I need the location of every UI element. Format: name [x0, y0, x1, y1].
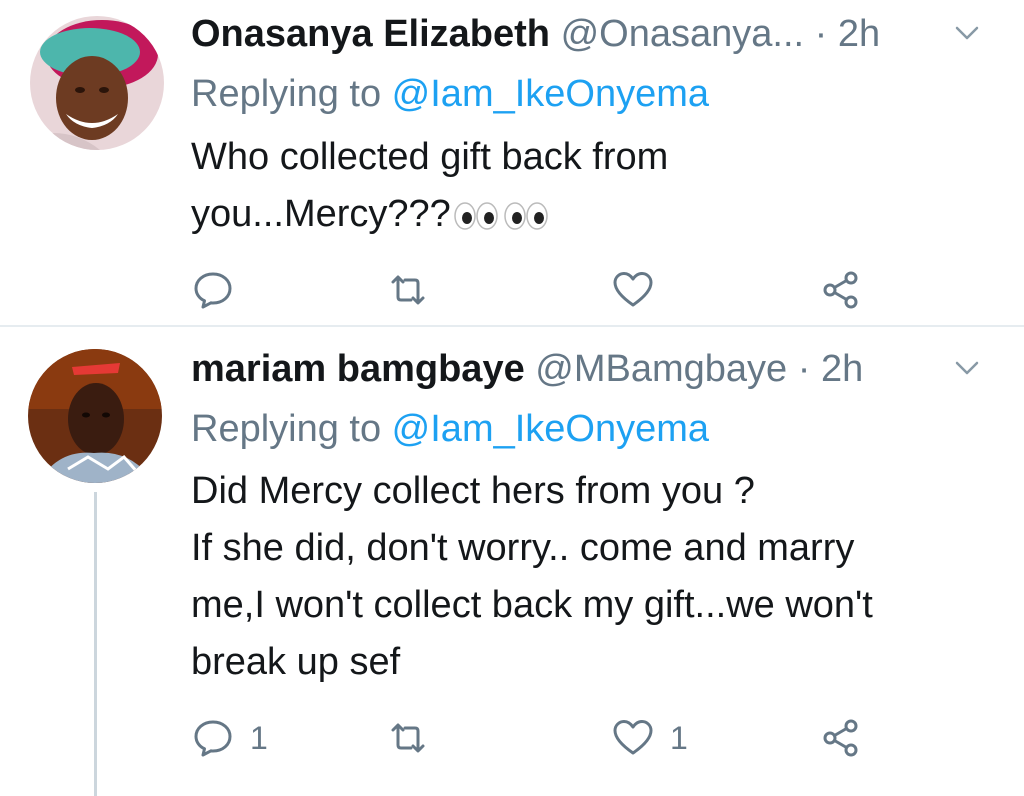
timestamp[interactable]: 2h: [838, 13, 880, 55]
user-handle[interactable]: @Onasanya...: [561, 13, 804, 55]
mention-link[interactable]: @Iam_IkeOnyema: [392, 408, 709, 450]
replying-to-label: Replying to: [191, 408, 392, 450]
replying-to: Replying to @Iam_IkeOnyema: [191, 70, 709, 118]
tweet-text-line: Who collected gift back from: [191, 136, 669, 178]
avatar[interactable]: [28, 349, 162, 483]
retweet-button[interactable]: [385, 266, 445, 314]
timestamp[interactable]: 2h: [821, 348, 863, 390]
share-icon: [823, 719, 858, 757]
heart-icon: [613, 272, 653, 307]
retweet-button[interactable]: [385, 714, 445, 762]
retweet-icon: [391, 275, 425, 305]
mention-link[interactable]: @Iam_IkeOnyema: [392, 73, 709, 115]
chevron-down-icon[interactable]: [950, 353, 984, 383]
heart-icon: [613, 720, 653, 755]
tweet-text-line: If she did, don't worry.. come and marry: [191, 527, 855, 569]
like-button[interactable]: [610, 266, 670, 314]
reply-button[interactable]: [190, 266, 250, 314]
separator-dot: ·: [814, 13, 828, 55]
reply-icon: [194, 720, 232, 757]
avatar[interactable]: [30, 16, 164, 150]
tweet-text-line: break up sef: [191, 641, 401, 683]
reply-count: 1: [250, 719, 268, 756]
like-count: 1: [670, 719, 688, 756]
tweet-actions: [190, 266, 890, 314]
chevron-down-icon[interactable]: [950, 18, 984, 48]
reply-icon: [194, 272, 232, 309]
tweet-header: mariam bamgbaye @MBamgbaye · 2h: [191, 345, 984, 393]
like-button[interactable]: 1: [610, 714, 688, 762]
replying-to: Replying to @Iam_IkeOnyema: [191, 405, 709, 453]
tweet-text: Who collected gift back from you...Mercy…: [191, 129, 994, 243]
retweet-icon: [391, 723, 425, 753]
share-icon: [823, 271, 858, 309]
replying-to-label: Replying to: [191, 73, 392, 115]
tweet-text-line-with-emoji: you...Mercy???: [191, 186, 994, 243]
separator-dot: ·: [797, 348, 811, 390]
tweet-text: Did Mercy collect hers from you ? If she…: [191, 463, 994, 691]
tweet-text-line: me,I won't collect back my gift...we won…: [191, 584, 873, 626]
tweet-actions: 1 1: [190, 714, 890, 762]
display-name[interactable]: Onasanya Elizabeth: [191, 13, 550, 55]
tweet[interactable]: mariam bamgbaye @MBamgbaye · 2h Replying…: [0, 327, 1024, 796]
tweet-header: Onasanya Elizabeth @Onasanya... · 2h: [191, 10, 984, 58]
eyes-emoji: [454, 202, 548, 230]
tweet-text-line: you...Mercy???: [191, 193, 451, 235]
tweet[interactable]: Onasanya Elizabeth @Onasanya... · 2h Rep…: [0, 0, 1024, 326]
share-button[interactable]: [818, 714, 864, 762]
display-name[interactable]: mariam bamgbaye: [191, 348, 525, 390]
thread-line: [94, 492, 97, 796]
reply-button[interactable]: 1: [190, 714, 268, 762]
tweet-text-line: Did Mercy collect hers from you ?: [191, 470, 755, 512]
user-handle[interactable]: @MBamgbaye: [535, 348, 787, 390]
share-button[interactable]: [818, 266, 864, 314]
